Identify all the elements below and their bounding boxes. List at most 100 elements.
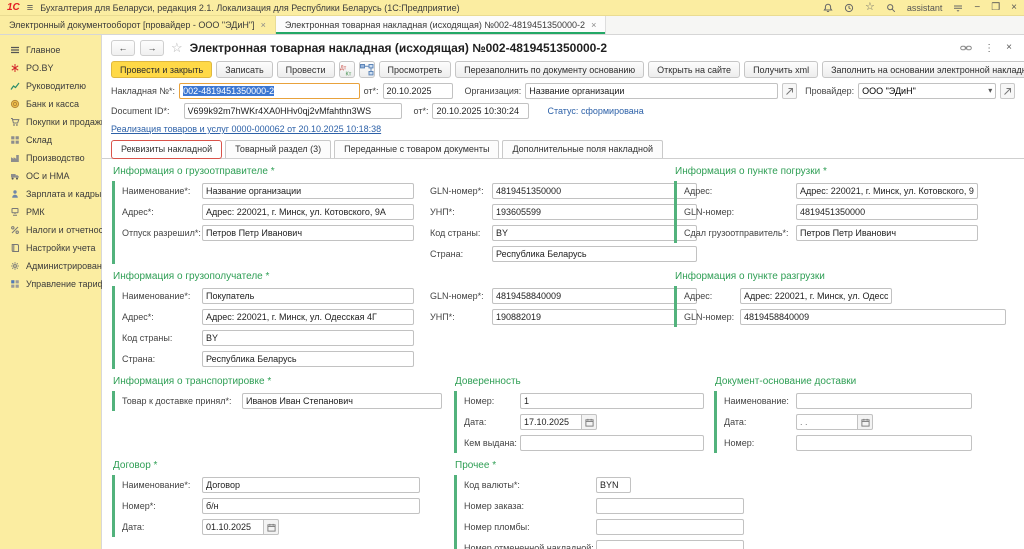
open-provider-icon[interactable]	[1000, 83, 1015, 99]
service-menu-icon[interactable]	[953, 3, 963, 13]
sidebar-item-rmk[interactable]: РМК	[0, 203, 101, 221]
delivery-basis-date-input[interactable]	[796, 414, 858, 430]
notifications-bell-icon[interactable]	[823, 3, 833, 13]
sidebar-item-taxes[interactable]: Налоги и отчетность	[0, 221, 112, 239]
unloading-point-gln-input[interactable]	[740, 309, 1006, 325]
shipper-country-code-input[interactable]	[492, 225, 697, 241]
back-button[interactable]: ←	[111, 40, 135, 56]
shipper-gln-input[interactable]	[492, 183, 697, 199]
proxy-issued-by-input[interactable]	[520, 435, 704, 451]
sidebar-item-po-by[interactable]: PO.BY	[0, 59, 101, 77]
contract-date-input[interactable]	[202, 519, 264, 535]
tab-invoice-document[interactable]: Электронная товарная накладная (исходяща…	[275, 16, 607, 34]
proxy-number-input[interactable]	[520, 393, 704, 409]
sidebar-item-warehouse[interactable]: Склад	[0, 131, 101, 149]
tab-close-icon[interactable]: ×	[591, 20, 596, 30]
open-on-site-button[interactable]: Открыть на сайте	[648, 61, 741, 78]
post-button[interactable]: Провести	[276, 61, 335, 78]
fill-from-einvoice-button[interactable]: Заполнить на основании электронной накла…	[822, 61, 1024, 78]
basis-document-link[interactable]: Реализация товаров и услуг 0000-000062 о…	[111, 124, 381, 134]
document-datetime-input[interactable]	[432, 103, 530, 119]
get-xml-button[interactable]: Получить xml	[744, 61, 819, 78]
related-documents-structure-button[interactable]	[358, 61, 375, 78]
other-order-number-input[interactable]	[596, 498, 744, 514]
sidebar-item-administration[interactable]: Администрирование	[0, 257, 112, 275]
consignee-gln-input[interactable]	[492, 288, 697, 304]
cart-icon	[9, 117, 20, 127]
maximize-icon[interactable]: ❒	[991, 2, 1000, 13]
calendar-icon[interactable]	[582, 414, 597, 430]
contract-name-input[interactable]	[202, 477, 420, 493]
shipper-unp-input[interactable]	[492, 204, 697, 220]
sidebar-item-salary-hr[interactable]: Зарплата и кадры	[0, 185, 101, 203]
tab-edo-workspace[interactable]: Электронный документооборот [провайдер -…	[0, 16, 276, 34]
tab-invoice-details[interactable]: Реквизиты накладной	[111, 140, 223, 159]
contract-number-input[interactable]	[202, 498, 420, 514]
sidebar-item-production[interactable]: Производство	[0, 149, 101, 167]
document-id-input[interactable]	[183, 103, 402, 119]
shipper-name-input[interactable]	[202, 183, 414, 199]
sidebar-item-bank-cash[interactable]: Банк и касса	[0, 95, 101, 113]
other-seal-number-input[interactable]	[596, 519, 744, 535]
proxy-date-input[interactable]	[520, 414, 582, 430]
1c-logo-icon: 1С	[7, 2, 20, 13]
favorites-star-icon[interactable]: ☆	[865, 2, 875, 13]
sidebar-item-main[interactable]: Главное	[0, 41, 101, 59]
save-button[interactable]: Записать	[216, 61, 273, 78]
tab-attached-documents[interactable]: Переданные с товаром документы	[334, 140, 500, 158]
refill-from-basis-button[interactable]: Перезаполнить по документу основанию	[455, 61, 645, 78]
tab-close-icon[interactable]: ×	[261, 20, 266, 30]
main-menu-icon[interactable]: ≡	[27, 2, 33, 14]
invoice-date-input[interactable]	[382, 83, 453, 99]
calendar-icon[interactable]	[264, 519, 279, 535]
consignee-unp-input[interactable]	[492, 309, 697, 325]
calendar-icon[interactable]	[858, 414, 873, 430]
sidebar-item-accounting-settings[interactable]: Настройки учета	[0, 239, 101, 257]
get-link-icon[interactable]	[960, 43, 972, 53]
sidebar-item-manager[interactable]: Руководителю	[0, 77, 101, 95]
organization-input[interactable]	[525, 83, 779, 99]
consignee-name-input[interactable]	[202, 288, 414, 304]
favorite-star-icon[interactable]: ☆	[171, 40, 183, 56]
list-lines-icon	[9, 45, 20, 55]
transport-accepted-by-input[interactable]	[242, 393, 442, 409]
unloading-point-address-input[interactable]	[740, 288, 892, 304]
consignee-country-input[interactable]	[202, 351, 414, 367]
consignee-address-input[interactable]	[202, 309, 414, 325]
sidebar-item-os-nma[interactable]: ОС и НМА	[0, 167, 101, 185]
minimize-icon[interactable]: −	[974, 2, 980, 13]
shipper-address-input[interactable]	[202, 204, 414, 220]
user-label[interactable]: assistant	[907, 3, 943, 13]
document-datetime-label: от*:	[413, 106, 429, 116]
delivery-basis-number-input[interactable]	[796, 435, 972, 451]
search-icon[interactable]	[886, 3, 896, 13]
close-form-icon[interactable]: ×	[1006, 43, 1012, 53]
provider-combo[interactable]: ▾	[858, 83, 997, 99]
close-window-icon[interactable]: ×	[1011, 2, 1017, 13]
loading-point-address-input[interactable]	[796, 183, 978, 199]
coin-icon	[9, 99, 20, 109]
invoice-number-input[interactable]: 002-4819451350000-2	[179, 83, 360, 99]
sidebar-item-purchases-sales[interactable]: Покупки и продажи	[0, 113, 106, 131]
tab-additional-fields[interactable]: Дополнительные поля накладной	[502, 140, 664, 158]
shipper-released-by-input[interactable]	[202, 225, 414, 241]
chevron-down-icon[interactable]: ▾	[985, 87, 995, 95]
other-currency-input[interactable]	[596, 477, 631, 493]
consignee-country-code-input[interactable]	[202, 330, 414, 346]
tab-goods-section[interactable]: Товарный раздел (3)	[225, 140, 332, 158]
provider-input[interactable]	[859, 85, 986, 97]
preview-button[interactable]: Просмотреть	[378, 61, 452, 78]
shipper-country-input[interactable]	[492, 246, 697, 262]
more-menu-icon[interactable]: ⋮	[984, 43, 994, 54]
post-and-close-button[interactable]: Провести и закрыть	[111, 61, 213, 78]
other-cancelled-number-input[interactable]	[596, 540, 744, 549]
loading-point-handed-by-input[interactable]	[796, 225, 978, 241]
history-clock-icon[interactable]	[844, 3, 854, 13]
open-organization-icon[interactable]	[782, 83, 798, 99]
sidebar-item-tariff[interactable]: Управление тарифом	[0, 275, 116, 293]
loading-point-gln-input[interactable]	[796, 204, 978, 220]
delivery-basis-name-input[interactable]	[796, 393, 972, 409]
header-row-invoice: Накладная №*: 002-4819451350000-2 от*: О…	[102, 81, 1024, 101]
show-postings-dtkt-button[interactable]: Дт Кт	[338, 61, 355, 78]
forward-button[interactable]: →	[140, 40, 164, 56]
